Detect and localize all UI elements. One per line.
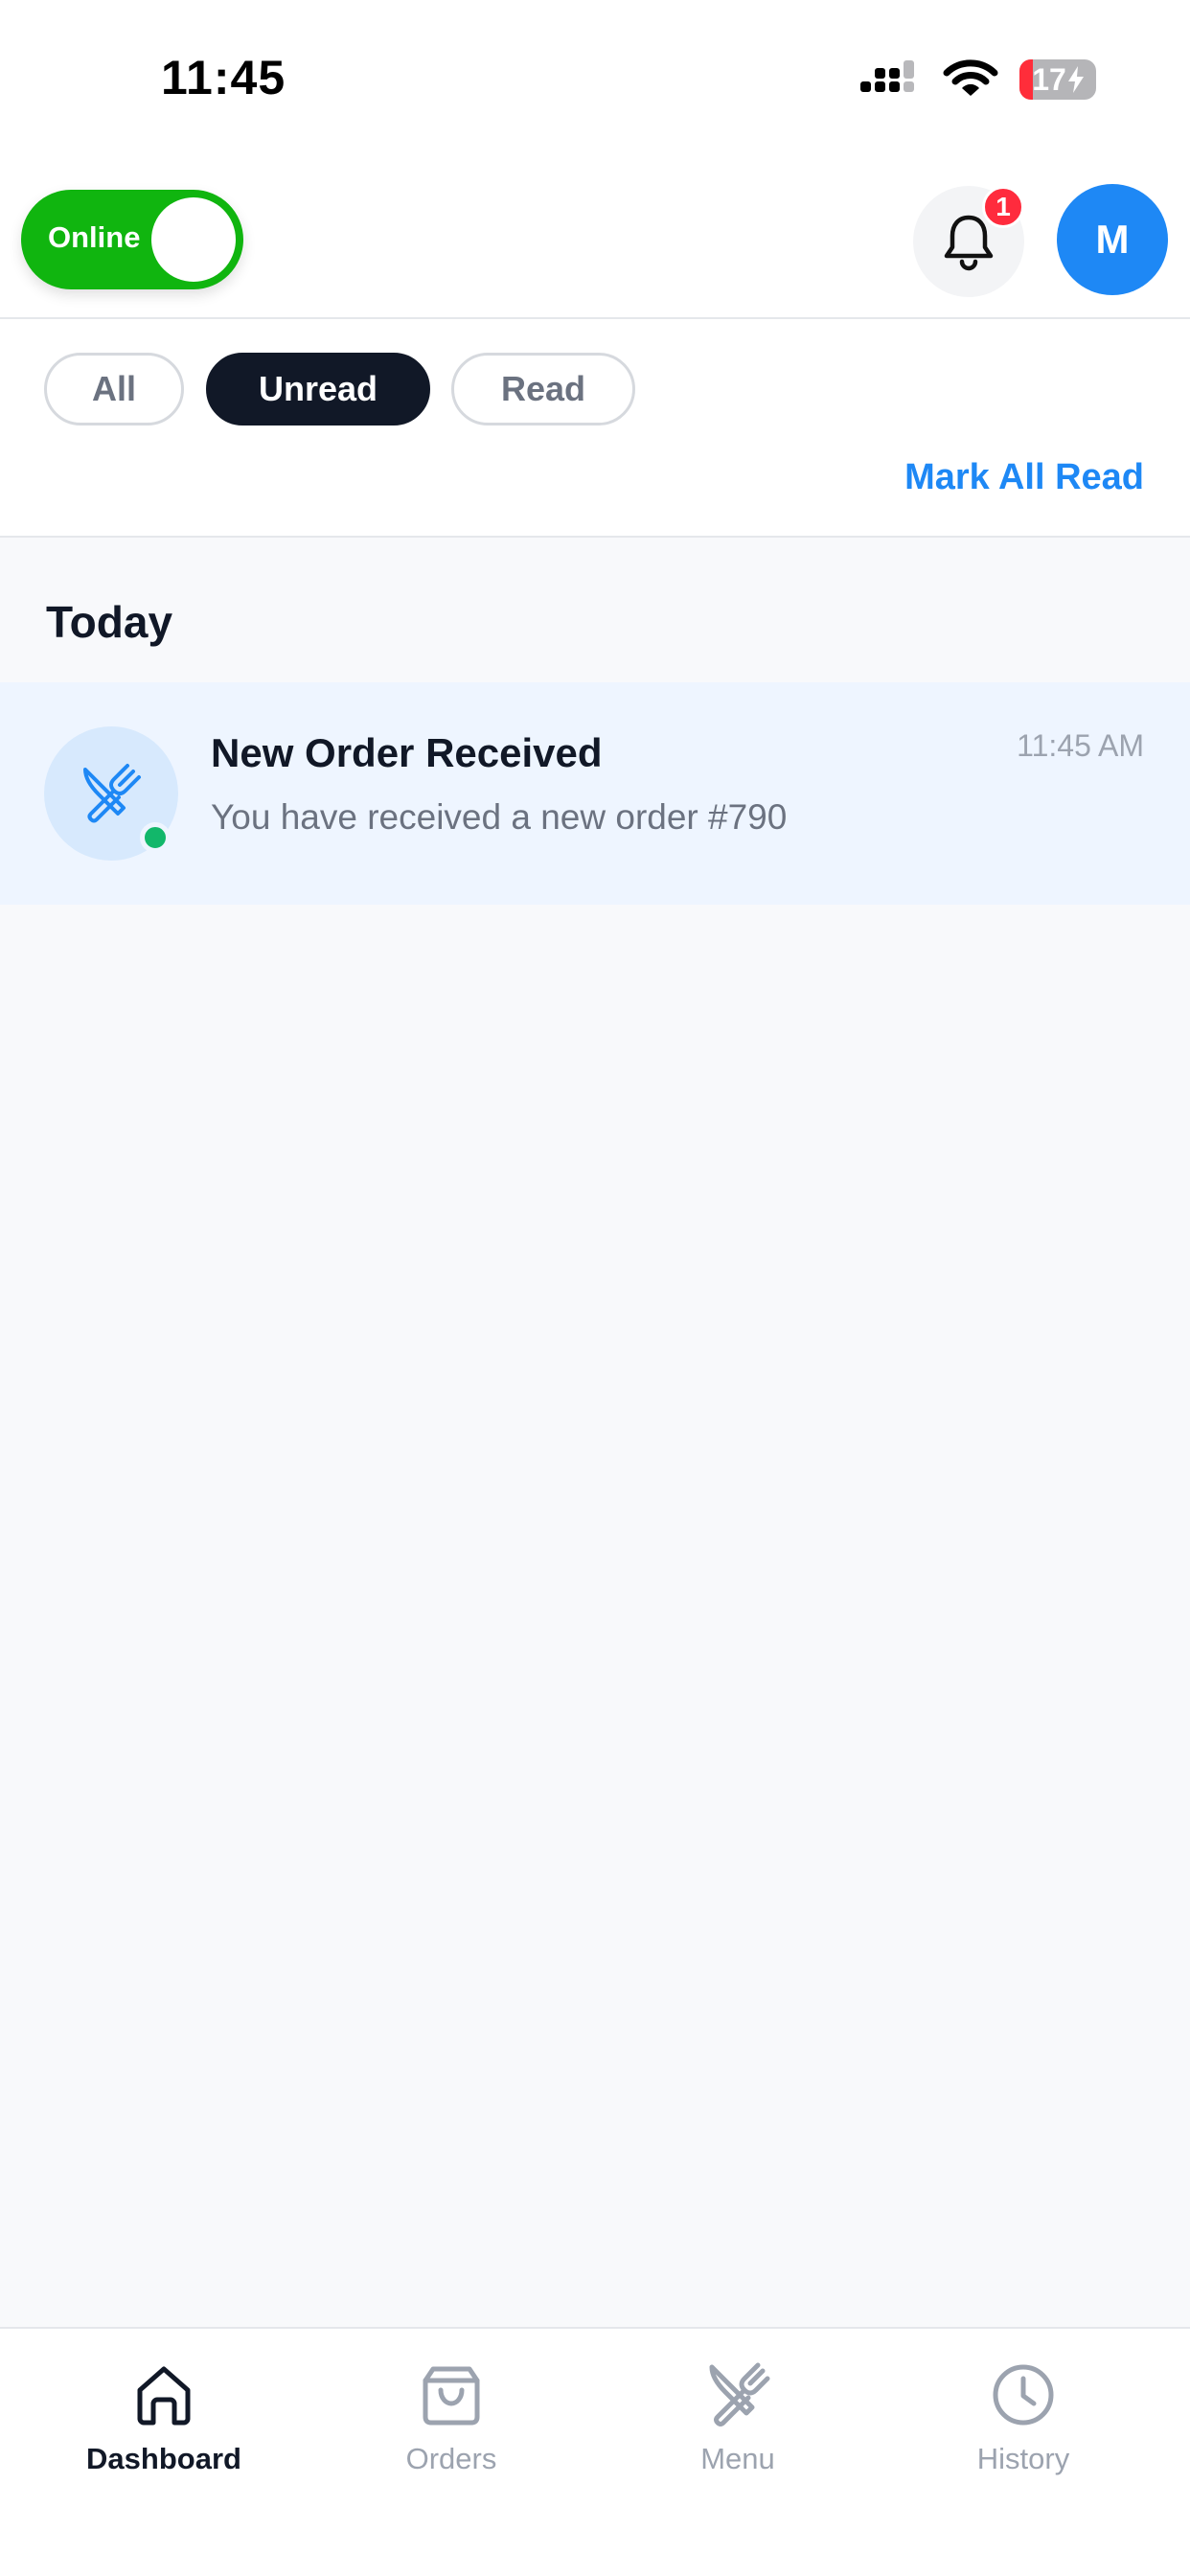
app-header: Online 1 M xyxy=(0,163,1190,319)
avatar[interactable]: M xyxy=(1057,184,1168,295)
nav-label-history: History xyxy=(976,2442,1070,2475)
utensils-icon xyxy=(83,764,141,823)
nav-label-menu: Menu xyxy=(700,2442,775,2475)
status-icons: 17 xyxy=(858,56,1096,104)
nav-item-dashboard[interactable]: Dashboard xyxy=(39,2361,288,2505)
battery-level: 17 xyxy=(1032,61,1066,97)
filter-chip-read[interactable]: Read xyxy=(451,353,635,426)
unread-indicator-dot xyxy=(140,822,171,853)
battery-indicator: 17 xyxy=(1019,59,1096,100)
status-time: 11:45 xyxy=(161,51,286,104)
filter-chip-unread[interactable]: Unread xyxy=(206,353,430,426)
shopping-bag-icon xyxy=(423,2366,480,2426)
nav-item-history[interactable]: History xyxy=(899,2361,1148,2505)
notification-time: 11:45 AM xyxy=(1017,728,1144,763)
charging-bolt-icon xyxy=(1067,66,1084,93)
utensils-icon xyxy=(709,2362,770,2426)
nav-label-dashboard: Dashboard xyxy=(86,2442,241,2475)
filter-chip-all[interactable]: All xyxy=(44,353,184,426)
notification-count-badge: 1 xyxy=(982,186,1024,228)
notification-title: New Order Received xyxy=(211,730,603,775)
toggle-knob xyxy=(151,197,236,282)
mark-all-read-link[interactable]: Mark All Read xyxy=(904,457,1144,498)
battery-level-fill xyxy=(1019,59,1033,100)
status-bar: 11:45 17 xyxy=(0,0,1190,163)
nav-item-orders[interactable]: Orders xyxy=(327,2361,576,2505)
cellular-signal-icon xyxy=(860,60,914,92)
clock-icon xyxy=(993,2364,1054,2426)
online-status-toggle[interactable]: Online xyxy=(21,190,243,289)
home-icon xyxy=(137,2366,191,2426)
bottom-nav: Dashboard Orders Menu History xyxy=(0,2327,1190,2576)
wifi-icon xyxy=(943,59,998,96)
nav-item-menu[interactable]: Menu xyxy=(613,2361,862,2505)
online-status-label: Online xyxy=(48,220,141,254)
notification-body: You have received a new order #790 xyxy=(211,797,788,837)
filter-bar: All Unread Read Mark All Read xyxy=(0,319,1190,538)
nav-label-orders: Orders xyxy=(405,2442,497,2475)
notification-item[interactable]: New Order Received You have received a n… xyxy=(0,682,1190,905)
section-title-today: Today xyxy=(46,597,173,647)
